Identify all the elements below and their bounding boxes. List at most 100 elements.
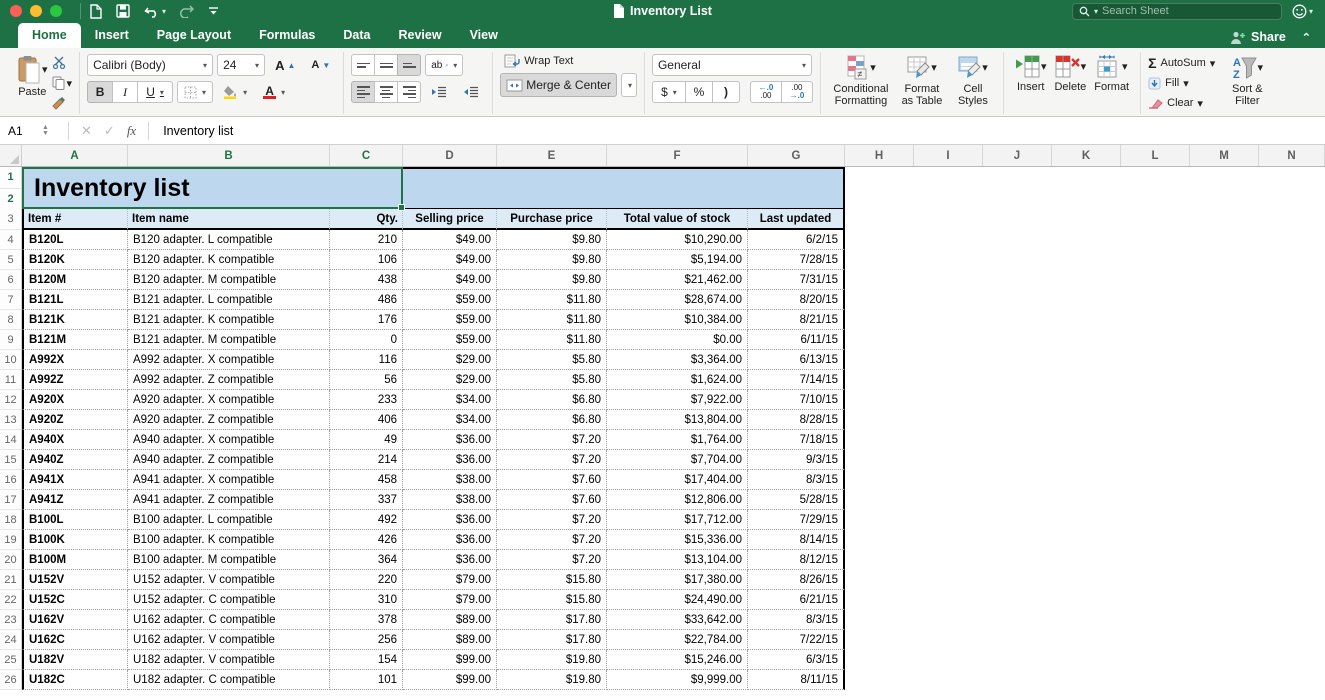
cell-selling-price[interactable]: $49.00 xyxy=(403,230,497,250)
decrease-decimal-button[interactable]: .00→.0 xyxy=(781,81,813,103)
cell-selling-price[interactable]: $34.00 xyxy=(403,410,497,430)
font-color-button[interactable]: A ▾ xyxy=(257,81,291,103)
cell-item-name[interactable]: B121 adapter. L compatible xyxy=(128,290,330,310)
row-number[interactable]: 22 xyxy=(0,590,22,610)
cell-total-value[interactable]: $21,462.00 xyxy=(607,270,748,290)
tab-insert[interactable]: Insert xyxy=(81,23,143,48)
cell-purchase-price[interactable]: $6.80 xyxy=(497,390,607,410)
number-format-select[interactable]: General▾ xyxy=(652,54,812,76)
cell-purchase-price[interactable]: $5.80 xyxy=(497,350,607,370)
cell-qty[interactable]: 106 xyxy=(330,250,403,270)
increase-font-size-button[interactable]: A▲ xyxy=(269,54,301,76)
copy-button[interactable]: ▾ xyxy=(52,76,73,90)
cell-selling-price[interactable]: $29.00 xyxy=(403,370,497,390)
cell-total-value[interactable]: $13,104.00 xyxy=(607,550,748,570)
cell-total-value[interactable]: $1,624.00 xyxy=(607,370,748,390)
cell-item-name[interactable]: B121 adapter. M compatible xyxy=(128,330,330,350)
search-scope-caret[interactable]: ▾ xyxy=(1094,7,1098,16)
cell-total-value[interactable]: $15,246.00 xyxy=(607,650,748,670)
cell-purchase-price[interactable]: $9.80 xyxy=(497,250,607,270)
cell-total-value[interactable]: $33,642.00 xyxy=(607,610,748,630)
cell-item-name[interactable]: A920 adapter. X compatible xyxy=(128,390,330,410)
cell-last-updated[interactable]: 5/28/15 xyxy=(748,490,845,510)
tab-page-layout[interactable]: Page Layout xyxy=(143,23,245,48)
align-center-button[interactable] xyxy=(374,81,398,103)
tab-home[interactable]: Home xyxy=(18,23,81,48)
cell-item-name[interactable]: B120 adapter. M compatible xyxy=(128,270,330,290)
cell-item-number[interactable]: B100L xyxy=(22,510,128,530)
column-header-j[interactable]: J xyxy=(983,145,1052,166)
autosum-button[interactable]: Σ AutoSum ▾ xyxy=(1148,54,1215,72)
cell-qty[interactable]: 426 xyxy=(330,530,403,550)
font-size-select[interactable]: 24▾ xyxy=(217,54,265,76)
row-number[interactable]: 6 xyxy=(0,270,22,290)
cell-item-number[interactable]: A920X xyxy=(22,390,128,410)
cell-purchase-price[interactable]: $5.80 xyxy=(497,370,607,390)
cell-item-name[interactable]: B120 adapter. L compatible xyxy=(128,230,330,250)
cell-item-number[interactable]: B121L xyxy=(22,290,128,310)
cell-item-number[interactable]: B120M xyxy=(22,270,128,290)
column-header-m[interactable]: M xyxy=(1190,145,1259,166)
cell-item-name[interactable]: B100 adapter. L compatible xyxy=(128,510,330,530)
row-number[interactable]: 4 xyxy=(0,230,22,250)
tab-data[interactable]: Data xyxy=(329,23,384,48)
cell-item-number[interactable]: U162C xyxy=(22,630,128,650)
align-left-button[interactable] xyxy=(351,81,375,103)
cell-qty[interactable]: 220 xyxy=(330,570,403,590)
cell-styles-button[interactable]: ▾ Cell Styles xyxy=(950,54,996,108)
search-sheet-box[interactable]: ▾ xyxy=(1072,3,1282,20)
fill-color-dropdown-caret[interactable]: ▾ xyxy=(243,88,247,97)
increase-decimal-button[interactable]: ←.0.00 xyxy=(750,81,782,103)
row-number[interactable]: 2 xyxy=(0,189,21,210)
cell-selling-price[interactable]: $29.00 xyxy=(403,350,497,370)
zoom-window-button[interactable] xyxy=(50,5,62,17)
undo-dropdown-caret[interactable]: ▾ xyxy=(162,7,166,16)
cell-item-name[interactable]: B100 adapter. M compatible xyxy=(128,550,330,570)
cell-item-name[interactable]: A941 adapter. Z compatible xyxy=(128,490,330,510)
cell-last-updated[interactable]: 8/20/15 xyxy=(748,290,845,310)
cell-total-value[interactable]: $28,674.00 xyxy=(607,290,748,310)
column-header-n[interactable]: N xyxy=(1259,145,1325,166)
cell-item-number[interactable]: B121K xyxy=(22,310,128,330)
cell-selling-price[interactable]: $38.00 xyxy=(403,490,497,510)
cell-selling-price[interactable]: $36.00 xyxy=(403,430,497,450)
row-number[interactable]: 14 xyxy=(0,430,22,450)
cell-purchase-price[interactable]: $7.20 xyxy=(497,450,607,470)
cut-button[interactable] xyxy=(52,56,73,69)
minimize-window-button[interactable] xyxy=(30,5,42,17)
cell-selling-price[interactable]: $38.00 xyxy=(403,470,497,490)
cell-item-name[interactable]: U162 adapter. V compatible xyxy=(128,630,330,650)
cell-last-updated[interactable]: 7/29/15 xyxy=(748,510,845,530)
cell-item-number[interactable]: A940X xyxy=(22,430,128,450)
cell-item-name[interactable]: U152 adapter. V compatible xyxy=(128,570,330,590)
cell-purchase-price[interactable]: $7.20 xyxy=(497,430,607,450)
share-button[interactable]: Share xyxy=(1230,30,1286,44)
row-number[interactable]: 24 xyxy=(0,630,22,650)
cell-item-name[interactable]: U182 adapter. C compatible xyxy=(128,670,330,690)
align-right-button[interactable] xyxy=(397,81,421,103)
autosum-caret[interactable]: ▾ xyxy=(1210,57,1216,70)
row-number[interactable]: 19 xyxy=(0,530,22,550)
cell-item-name[interactable]: U152 adapter. C compatible xyxy=(128,590,330,610)
cell-item-number[interactable]: A940Z xyxy=(22,450,128,470)
cell-qty[interactable]: 210 xyxy=(330,230,403,250)
cell-last-updated[interactable]: 6/3/15 xyxy=(748,650,845,670)
cell-selling-price[interactable]: $49.00 xyxy=(403,250,497,270)
format-cells-caret[interactable]: ▾ xyxy=(1122,61,1128,73)
cell-total-value[interactable]: $15,336.00 xyxy=(607,530,748,550)
cell-total-value[interactable]: $7,922.00 xyxy=(607,390,748,410)
cell-qty[interactable]: 56 xyxy=(330,370,403,390)
header-cell-last-updated[interactable]: Last updated xyxy=(748,209,845,230)
cell-last-updated[interactable]: 8/3/15 xyxy=(748,470,845,490)
cell-total-value[interactable]: $3,364.00 xyxy=(607,350,748,370)
cell-qty[interactable]: 256 xyxy=(330,630,403,650)
currency-dropdown-caret[interactable]: ▾ xyxy=(673,88,677,97)
cell-qty[interactable]: 438 xyxy=(330,270,403,290)
column-header-b[interactable]: B xyxy=(128,145,330,166)
cell-last-updated[interactable]: 7/28/15 xyxy=(748,250,845,270)
underline-dropdown-caret[interactable]: ▾ xyxy=(160,88,164,97)
cell-selling-price[interactable]: $79.00 xyxy=(403,590,497,610)
bold-button[interactable]: B xyxy=(87,81,113,103)
cell-selling-price[interactable]: $89.00 xyxy=(403,610,497,630)
cell-selling-price[interactable]: $49.00 xyxy=(403,270,497,290)
